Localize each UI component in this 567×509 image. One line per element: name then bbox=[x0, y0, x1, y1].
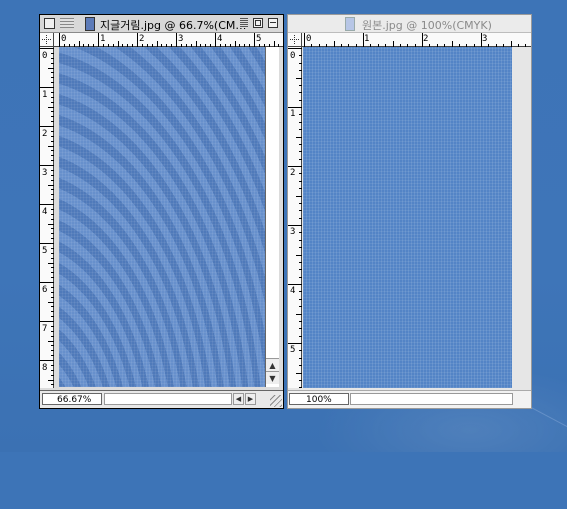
close-box-icon[interactable] bbox=[44, 18, 55, 29]
ruler-label: 0 bbox=[306, 34, 312, 44]
document-icon bbox=[85, 17, 95, 31]
ruler-label: 1 bbox=[364, 34, 370, 44]
ruler-label: 1 bbox=[100, 34, 106, 44]
window-menu-icon[interactable] bbox=[60, 18, 74, 28]
arrow-left-icon[interactable]: ◀ bbox=[233, 393, 244, 405]
window-title: 원본.jpg @ 100%(CMYK) bbox=[362, 19, 492, 32]
vertical-scrollbar[interactable]: ▲ ▼ bbox=[265, 47, 279, 387]
status-bar: 100% bbox=[288, 390, 531, 408]
zoom-box-icon[interactable] bbox=[253, 18, 263, 28]
ruler-label: 4 bbox=[290, 286, 296, 296]
ruler-label: 5 bbox=[42, 246, 48, 256]
document-window-original[interactable]: 원본.jpg @ 100%(CMYK) 0 1 2 3 0 1 2 3 4 5 … bbox=[287, 14, 532, 409]
ruler-label: 8 bbox=[42, 363, 48, 373]
arrow-right-icon[interactable]: ▶ bbox=[245, 393, 256, 405]
ruler-label: 1 bbox=[290, 109, 296, 119]
grip-icon bbox=[240, 18, 248, 28]
vertical-ruler[interactable]: 0 1 2 3 4 5 bbox=[288, 47, 302, 388]
ruler-origin[interactable] bbox=[288, 33, 302, 47]
resize-grip-icon[interactable] bbox=[270, 395, 282, 407]
zoom-field[interactable]: 100% bbox=[289, 393, 349, 405]
ruler-label: 3 bbox=[290, 227, 296, 237]
ruler-label: 1 bbox=[42, 90, 48, 100]
horizontal-ruler[interactable]: 0 1 2 3 bbox=[302, 33, 531, 47]
horizontal-ruler[interactable]: 0 1 2 3 4 5 bbox=[54, 33, 283, 47]
document-window-moire[interactable]: 지글거림.jpg @ 66.7%(CM… 0 1 2 3 4 5 0 1 2 3… bbox=[39, 14, 284, 409]
ruler-label: 0 bbox=[61, 34, 67, 44]
ruler-label: 2 bbox=[290, 168, 296, 178]
ruler-ticks bbox=[304, 33, 526, 47]
zoom-field[interactable]: 66.67% bbox=[42, 393, 102, 405]
ruler-label: 3 bbox=[178, 34, 184, 44]
ruler-label: 0 bbox=[42, 51, 48, 61]
ruler-label: 3 bbox=[42, 168, 48, 178]
title-bar[interactable]: 지글거림.jpg @ 66.7%(CM… bbox=[40, 15, 283, 33]
collapse-icon[interactable] bbox=[268, 18, 278, 28]
ruler-label: 7 bbox=[42, 324, 48, 334]
ruler-label: 0 bbox=[290, 51, 296, 61]
title-bar[interactable]: 원본.jpg @ 100%(CMYK) bbox=[288, 15, 531, 33]
arrow-down-icon[interactable]: ▼ bbox=[266, 371, 279, 384]
ruler-origin[interactable] bbox=[40, 33, 54, 47]
ruler-label: 6 bbox=[42, 285, 48, 295]
image-canvas[interactable] bbox=[303, 47, 512, 388]
image-canvas[interactable] bbox=[59, 47, 265, 387]
ruler-label: 2 bbox=[423, 34, 429, 44]
status-bar: 66.67% ◀ ▶ bbox=[40, 390, 283, 408]
arrow-up-icon[interactable]: ▲ bbox=[266, 358, 279, 371]
vertical-ruler[interactable]: 0 1 2 3 4 5 6 7 8 bbox=[40, 47, 54, 388]
ruler-label: 5 bbox=[256, 34, 262, 44]
ruler-ticks bbox=[288, 48, 302, 388]
ruler-label: 4 bbox=[42, 207, 48, 217]
ruler-label: 2 bbox=[139, 34, 145, 44]
ruler-label: 5 bbox=[290, 345, 296, 355]
window-title: 지글거림.jpg @ 66.7%(CM… bbox=[100, 19, 247, 32]
horizontal-scrollbar[interactable] bbox=[350, 393, 513, 405]
ruler-ticks bbox=[59, 33, 279, 47]
document-icon bbox=[345, 17, 355, 31]
ruler-label: 2 bbox=[42, 129, 48, 139]
horizontal-scrollbar[interactable] bbox=[104, 393, 232, 405]
ruler-label: 4 bbox=[217, 34, 223, 44]
ruler-label: 3 bbox=[482, 34, 488, 44]
